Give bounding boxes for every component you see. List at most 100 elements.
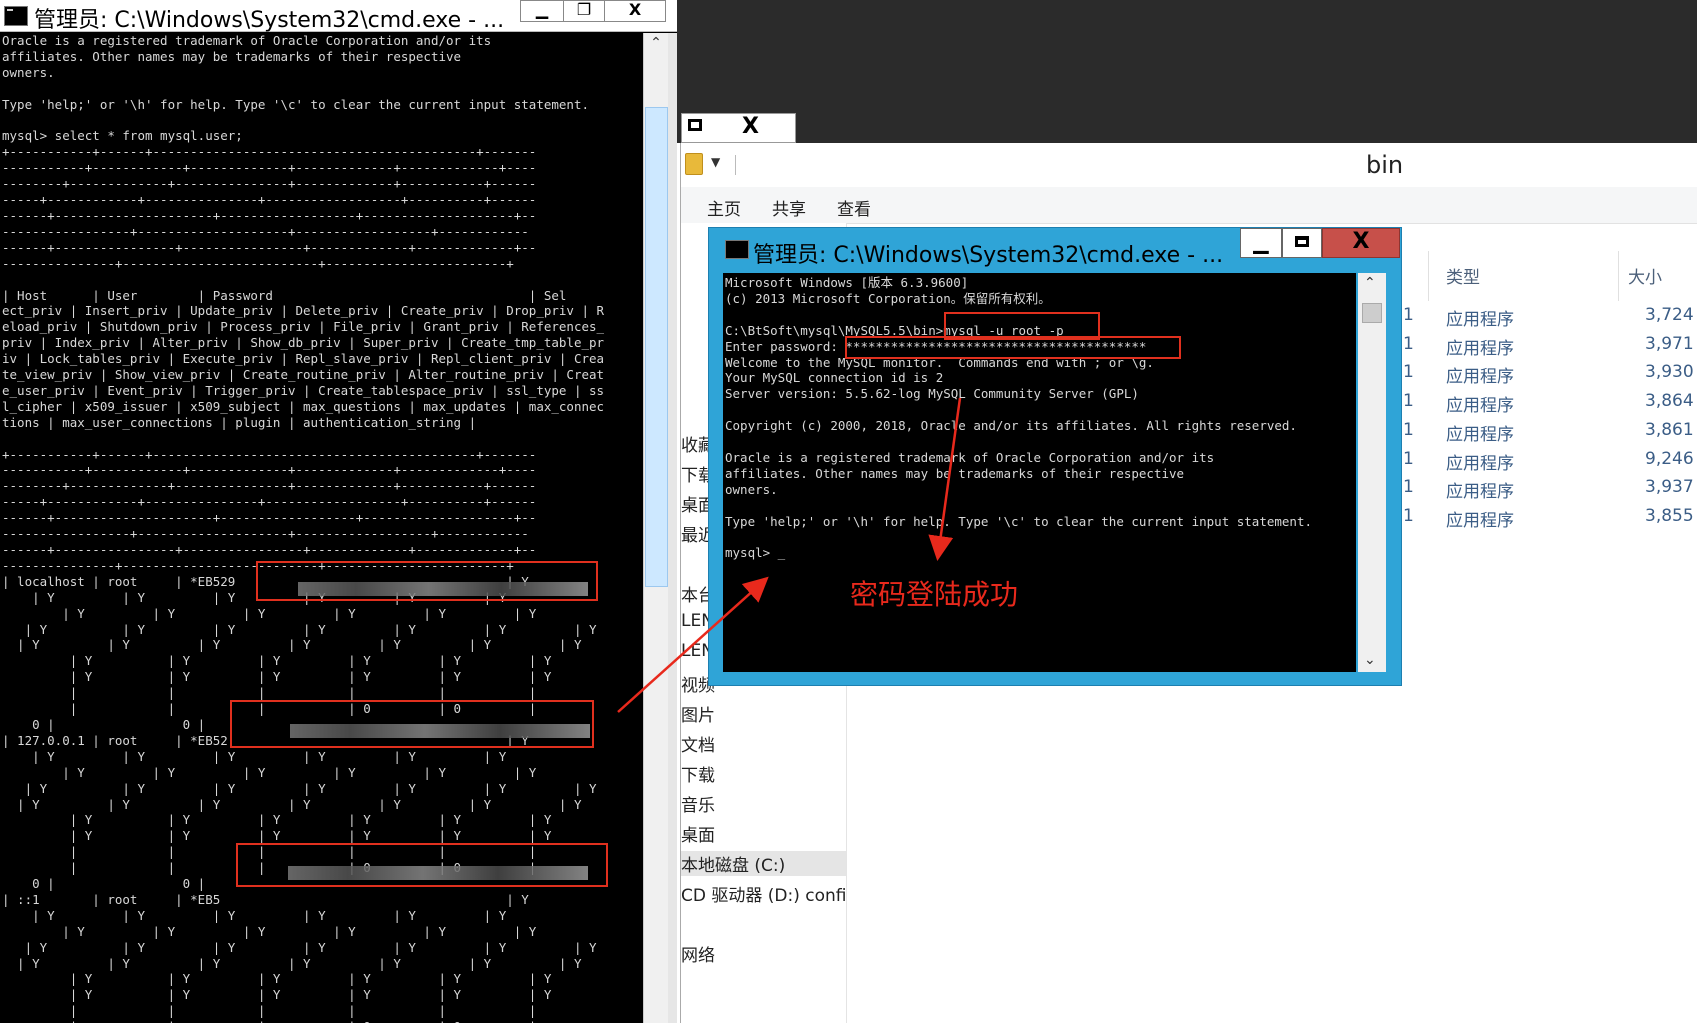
file-row-num[interactable]: 1 (1403, 449, 1414, 469)
console-line: | | | | | | (2, 1003, 537, 1019)
nav-item-pictures[interactable]: 图片 (681, 701, 715, 726)
file-row-type[interactable]: 应用程序 (1446, 334, 1514, 359)
console-line: --------+-------------+---------------+-… (2, 176, 537, 192)
explorer-titlebar[interactable]: ▼ bin (681, 143, 1697, 188)
nav-item-music[interactable]: 音乐 (681, 791, 715, 816)
ribbon-tabs: 主页 共享 查看 (681, 187, 1697, 224)
console-line: | Y | Y | Y | Y | Y | Y | Y (2, 780, 597, 796)
column-header-size[interactable]: 大小 (1628, 263, 1662, 299)
column-header-type[interactable]: 类型 (1446, 263, 1480, 299)
scroll-up-icon[interactable]: ⌃ (647, 35, 665, 57)
console-line: --------+-------------+---------------+-… (2, 478, 537, 494)
file-row-size[interactable]: 3,855 (1645, 506, 1694, 526)
nav-item-local-disk-c[interactable]: 本地磁盘 (C:) (681, 851, 846, 876)
console-line: te_view_priv | Show_view_priv | Create_r… (2, 367, 605, 383)
file-row-size[interactable]: 3,861 (1645, 420, 1694, 440)
close-button[interactable]: X (1322, 228, 1400, 258)
file-row-num[interactable]: 1 (1403, 506, 1414, 526)
file-row-type[interactable]: 应用程序 (1446, 449, 1514, 474)
maximize-button[interactable]: ❐ (563, 0, 605, 22)
file-row-num[interactable]: 1 (1403, 305, 1414, 325)
file-row-type[interactable]: 应用程序 (1446, 506, 1514, 531)
file-row-type[interactable]: 应用程序 (1446, 305, 1514, 330)
minimize-button[interactable]: ▁ (520, 0, 564, 22)
file-row-size[interactable]: 3,937 (1645, 477, 1694, 497)
console-line: Copyright (c) 2000, 2018, Oracle and/or … (725, 418, 1297, 434)
console-line: ------+---------------------+-----------… (2, 207, 537, 223)
console-line: | Y | Y | Y | Y | Y | Y | Y (2, 621, 597, 637)
inner-cmd-title: 管理员: C:\Windows\System32\cmd.exe - ... (753, 243, 1224, 268)
file-row-size[interactable]: 9,246 (1645, 449, 1694, 469)
scroll-thumb[interactable] (1362, 303, 1382, 323)
scroll-down-icon[interactable]: ⌄ (1364, 652, 1376, 668)
console-line: ------+----------------+----------------… (2, 542, 537, 557)
annotation-caption: 密码登陆成功 (850, 578, 1019, 611)
folder-icon (685, 153, 703, 175)
file-row-size[interactable]: 3,724 (1645, 305, 1694, 325)
cmd-icon (4, 6, 28, 26)
console-line: -----------+------------+-------------+-… (2, 160, 537, 176)
left-cmd-title: 管理员: C:\Windows\System32\cmd.exe - ... (34, 8, 505, 33)
file-row-type[interactable]: 应用程序 (1446, 362, 1514, 387)
file-row-num[interactable]: 1 (1403, 362, 1414, 382)
left-vertical-scrollbar[interactable]: ⌃ (643, 33, 669, 1023)
file-row-num[interactable]: 1 (1403, 477, 1414, 497)
file-row-num[interactable]: 1 (1403, 391, 1414, 411)
console-line: Type 'help;' or '\h' for help. Type '\c'… (2, 96, 589, 112)
column-divider (1428, 251, 1429, 301)
console-line: ect_priv | Insert_priv | Update_priv | D… (2, 303, 605, 319)
tab-share[interactable]: 共享 (772, 195, 806, 220)
console-line: | Y | Y | Y | Y | Y | Y | Y (2, 796, 582, 812)
file-row-size[interactable]: 3,930 (1645, 362, 1694, 382)
quick-access-dropdown-icon[interactable]: ▼ (711, 155, 720, 169)
close-button[interactable]: X (604, 0, 666, 22)
nav-item-cd-drive-d[interactable]: CD 驱动器 (D:) confi (681, 881, 846, 906)
file-row-num[interactable]: 1 (1403, 334, 1414, 354)
console-line: ---------------+------------------------… (2, 255, 514, 271)
console-line: +-----------+------+--------------------… (2, 144, 537, 160)
nav-item-desktop[interactable]: 桌面 (681, 821, 715, 846)
console-line: ------+---------------------+-----------… (2, 510, 537, 526)
desktop-background (677, 0, 1697, 143)
console-line: | Y | Y | Y | Y | Y | Y (2, 764, 537, 780)
console-line: Type 'help;' or '\h' for help. Type '\c'… (725, 513, 1312, 529)
file-row-type[interactable]: 应用程序 (1446, 420, 1514, 445)
nav-item-downloads[interactable]: 下载 (681, 761, 715, 786)
file-row-size[interactable]: 3,971 (1645, 334, 1694, 354)
close-icon[interactable]: X (742, 114, 759, 139)
file-row-size[interactable]: 3,864 (1645, 391, 1694, 411)
console-line: (c) 2013 Microsoft Corporation。保留所有权利。 (725, 290, 1051, 306)
maximize-button[interactable] (1282, 228, 1322, 258)
console-line: owners. (2, 64, 55, 80)
tab-view[interactable]: 查看 (837, 195, 871, 220)
divider (735, 155, 736, 175)
scroll-up-icon[interactable]: ⌃ (1364, 275, 1376, 291)
scroll-thumb[interactable] (645, 107, 668, 587)
console-line: | Y | Y | Y | Y | Y | Y (2, 605, 537, 621)
inner-vertical-scrollbar[interactable]: ⌃ ⌄ (1358, 273, 1386, 672)
minimize-button[interactable]: ▁ (1240, 228, 1282, 258)
explorer-window-buttons: X (681, 113, 796, 143)
inner-cmd-window: 管理员: C:\Windows\System32\cmd.exe - ... ▁… (708, 227, 1402, 686)
file-row-num[interactable]: 1 (1403, 420, 1414, 440)
console-line: -----+------------+---------------+-----… (2, 494, 537, 510)
highlight-box (236, 843, 608, 887)
maximize-icon[interactable] (688, 119, 702, 131)
console-line: | | | | | | (2, 685, 537, 701)
console-line: Your MySQL connection id is 2 (725, 370, 944, 386)
console-line: | Y | Y | Y | Y | Y | Y | Y (2, 637, 582, 653)
maximize-icon (1295, 236, 1309, 247)
file-row-type[interactable]: 应用程序 (1446, 477, 1514, 502)
console-line: | Y | Y | Y | Y | Y | Y (2, 987, 552, 1003)
console-line: | Y | Y | Y | Y | Y | Y | Y (2, 955, 582, 971)
nav-item-network[interactable]: 网络 (681, 941, 715, 966)
file-row-type[interactable]: 应用程序 (1446, 391, 1514, 416)
left-cmd-titlebar[interactable]: 管理员: C:\Windows\System32\cmd.exe - ... ▁… (0, 0, 677, 33)
tab-home[interactable]: 主页 (707, 195, 741, 220)
console-line: -----+------------+---------------+-----… (2, 192, 537, 208)
console-line: affiliates. Other names may be trademark… (2, 48, 462, 64)
nav-item-documents[interactable]: 文档 (681, 731, 715, 756)
